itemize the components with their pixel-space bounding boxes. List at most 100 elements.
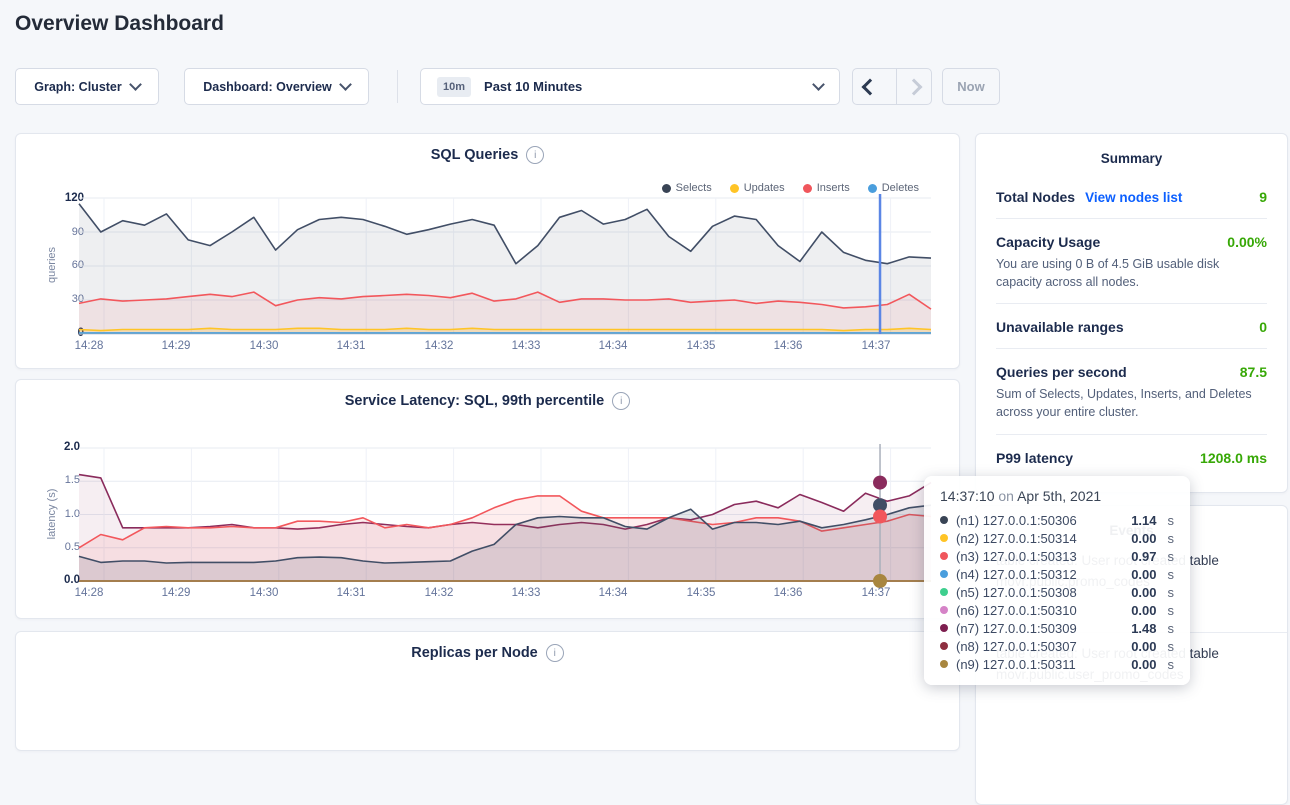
node-dot-icon: [940, 570, 948, 578]
deletes-dot-icon: [868, 184, 877, 193]
node-dot-icon: [940, 516, 948, 524]
selects-dot-icon: [662, 184, 671, 193]
replicas-chart-title: Replicas per Node i: [16, 644, 959, 662]
legend-item-selects: Selects: [662, 182, 712, 194]
legend-item-updates: Updates: [730, 182, 785, 194]
tooltip-node-label: (n4) 127.0.0.1:50312: [956, 567, 1077, 582]
dashboard-dropdown-label: Dashboard: Overview: [203, 80, 332, 94]
summary-description: You are using 0 B of 4.5 GiB usable disk…: [996, 255, 1267, 291]
chart-title-text: Replicas per Node: [411, 645, 538, 661]
legend-label: Updates: [744, 182, 785, 194]
tooltip-row-n5: (n5) 127.0.0.1:503080.00s: [940, 583, 1174, 601]
tooltip-node-unit: s: [1168, 567, 1175, 582]
chevron-left-icon: [862, 78, 879, 95]
dashboard-dropdown[interactable]: Dashboard: Overview: [184, 68, 369, 105]
tooltip-row-n2: (n2) 127.0.0.1:503140.00s: [940, 529, 1174, 547]
summary-label: Queries per second: [996, 364, 1127, 380]
time-range-picker[interactable]: 10m Past 10 Minutes: [420, 68, 840, 105]
legend-item-inserts: Inserts: [803, 182, 850, 194]
node-dot-icon: [940, 588, 948, 596]
updates-dot-icon: [730, 184, 739, 193]
x-tick: 14:37: [853, 587, 899, 599]
summary-value: 0.00%: [1227, 234, 1267, 250]
tooltip-date: Apr 5th, 2021: [1017, 488, 1101, 504]
chevron-down-icon: [812, 78, 825, 91]
now-button[interactable]: Now: [942, 68, 1000, 105]
x-tick: 14:35: [678, 587, 724, 599]
summary-label: Total Nodes: [996, 189, 1075, 205]
view-nodes-list-link[interactable]: View nodes list: [1085, 190, 1182, 205]
controls-divider: [397, 70, 398, 103]
tooltip-node-value: 0.00: [1131, 603, 1156, 618]
tooltip-node-unit: s: [1168, 657, 1175, 672]
node-dot-icon: [940, 642, 948, 650]
summary-row-total-nodes: Total Nodes View nodes list 9: [996, 174, 1267, 218]
summary-value: 9: [1259, 189, 1267, 205]
service-latency-plot[interactable]: [79, 448, 931, 581]
tooltip-node-unit: s: [1168, 513, 1175, 528]
tooltip-node-label: (n6) 127.0.0.1:50310: [956, 603, 1077, 618]
sql-queries-legend: Selects Updates Inserts Deletes: [662, 182, 919, 194]
tooltip-node-label: (n7) 127.0.0.1:50309: [956, 621, 1077, 636]
tooltip-node-unit: s: [1168, 621, 1175, 636]
tooltip-node-unit: s: [1168, 549, 1175, 564]
summary-value: 1208.0 ms: [1200, 450, 1267, 466]
tooltip-node-value: 0.00: [1131, 567, 1156, 582]
x-tick: 14:34: [590, 340, 636, 352]
x-tick: 14:33: [503, 587, 549, 599]
prev-time-button[interactable]: [853, 69, 887, 104]
legend-item-deletes: Deletes: [868, 182, 919, 194]
tooltip-node-label: (n5) 127.0.0.1:50308: [956, 585, 1077, 600]
x-tick: 14:28: [66, 587, 112, 599]
page-title: Overview Dashboard: [15, 12, 224, 36]
sql-queries-plot[interactable]: [79, 198, 931, 334]
tooltip-node-unit: s: [1168, 585, 1175, 600]
info-icon[interactable]: i: [612, 392, 630, 410]
legend-label: Deletes: [882, 182, 919, 194]
x-tick: 14:29: [153, 340, 199, 352]
node-dot-icon: [940, 534, 948, 542]
next-time-button[interactable]: [896, 69, 931, 104]
tooltip-row-n4: (n4) 127.0.0.1:50312 0.00 s: [940, 565, 1174, 583]
x-tick: 14:29: [153, 587, 199, 599]
node-dot-icon: [940, 624, 948, 632]
x-tick: 14:37: [853, 340, 899, 352]
x-tick: 14:34: [590, 587, 636, 599]
replicas-per-node-chart-card: Replicas per Node i: [15, 631, 960, 751]
x-tick: 14:36: [765, 587, 811, 599]
summary-panel: Summary Total Nodes View nodes list 9 Ca…: [975, 133, 1288, 493]
inserts-dot-icon: [803, 184, 812, 193]
tooltip-node-label: (n9) 127.0.0.1:50311: [956, 657, 1076, 672]
tooltip-timestamp: 14:37:10 on Apr 5th, 2021: [940, 488, 1174, 504]
sql-queries-chart-title: SQL Queries i: [16, 146, 959, 164]
service-latency-chart-title: Service Latency: SQL, 99th percentile i: [16, 392, 959, 410]
node-dot-icon: [940, 606, 948, 614]
x-tick: 14:32: [416, 340, 462, 352]
chart-title-text: Service Latency: SQL, 99th percentile: [345, 393, 605, 409]
tooltip-node-label: (n8) 127.0.0.1:50307: [956, 639, 1077, 654]
chart-hover-tooltip: 14:37:10 on Apr 5th, 2021 (n1) 127.0.0.1…: [924, 476, 1190, 685]
y-tick: 0.0: [42, 574, 80, 586]
tooltip-node-label: (n3) 127.0.0.1:50313: [956, 549, 1077, 564]
y-tick: 0.5: [42, 541, 80, 553]
tooltip-node-value: 0.97: [1131, 549, 1156, 564]
tooltip-node-unit: s: [1168, 639, 1175, 654]
x-tick: 14:33: [503, 340, 549, 352]
x-tick: 14:35: [678, 340, 724, 352]
y-tick: 2.0: [42, 441, 80, 453]
summary-label: Unavailable ranges: [996, 319, 1124, 335]
x-tick: 14:31: [328, 340, 374, 352]
tooltip-node-label: (n2) 127.0.0.1:50314: [956, 531, 1077, 546]
graph-dropdown-label: Graph: Cluster: [34, 80, 122, 94]
info-icon[interactable]: i: [546, 644, 564, 662]
tooltip-row-n7: (n7) 127.0.0.1:503091.48s: [940, 619, 1174, 637]
tooltip-node-value: 1.14: [1131, 513, 1156, 528]
graph-dropdown[interactable]: Graph: Cluster: [15, 68, 159, 105]
info-icon[interactable]: i: [526, 146, 544, 164]
summary-body: Total Nodes View nodes list 9 Capacity U…: [976, 166, 1287, 479]
time-range-label: Past 10 Minutes: [484, 79, 582, 94]
tooltip-node-label: (n1) 127.0.0.1:50306: [956, 513, 1077, 528]
tooltip-row-n3: (n3) 127.0.0.1:50313 0.97 s: [940, 547, 1174, 565]
x-tick: 14:32: [416, 587, 462, 599]
tooltip-node-value: 0.00: [1131, 657, 1156, 672]
